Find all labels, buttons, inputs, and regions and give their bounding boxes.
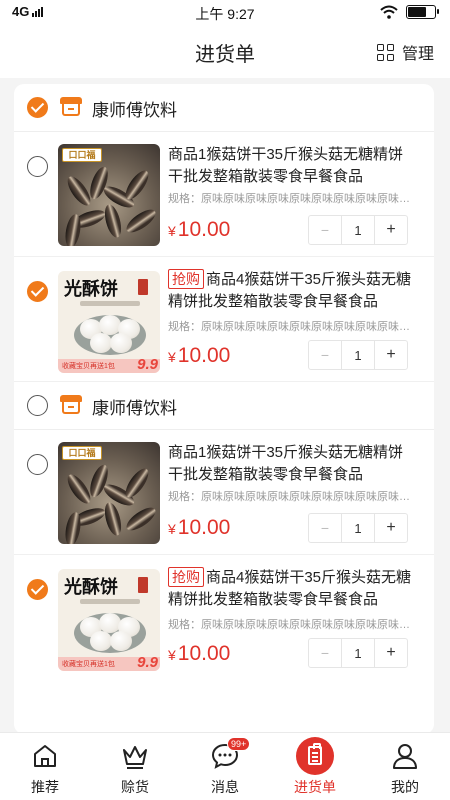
image-title: 光酥饼 <box>64 279 118 300</box>
quantity-stepper: − 1 + <box>308 340 408 370</box>
product-spec: 规格：原味原味原味原味原味原味原味原味原味原味原味 <box>168 321 418 333</box>
product-title[interactable]: 抢购 商品4猴菇饼干35斤猴头菇无糖精饼批发整箱散装零食早餐食品 <box>168 269 418 313</box>
tab-profile[interactable]: 我的 <box>360 733 450 800</box>
store-name: 康师傅饮料 <box>92 399 177 418</box>
item-checkbox[interactable] <box>27 454 48 475</box>
item-checkbox[interactable] <box>27 156 48 177</box>
manage-button[interactable]: 管理 <box>376 40 434 64</box>
home-icon <box>34 745 56 767</box>
grid-icon <box>376 43 394 61</box>
cart-list: 康师傅饮料 口口福 商品1猴菇饼干35斤猴头菇无糖精饼干批发整箱散装零食早餐食品… <box>14 84 434 734</box>
product-spec: 规格：原味原味原味原味原味原味原味原味原味原味原味 <box>168 619 418 631</box>
image-price-text: 9.9 <box>137 356 158 373</box>
product-image[interactable]: 光酥饼 收藏宝贝再送1包 9.9 <box>58 271 160 373</box>
product-image[interactable]: 光酥饼 收藏宝贝再送1包 9.9 <box>58 569 160 671</box>
status-icons <box>380 5 439 19</box>
cart-item: 口口福 商品1猴菇饼干35斤猴头菇无糖精饼干批发整箱散装零食早餐食品 规格：原味… <box>14 132 434 257</box>
tab-messages[interactable]: 99+ 消息 <box>180 733 270 800</box>
brand-badge: 口口福 <box>62 446 102 460</box>
nav-bar: 进货单 管理 <box>0 24 450 78</box>
cart-item: 光酥饼 收藏宝贝再送1包 9.9 抢购 商品4猴菇饼干35斤猴头菇无糖精饼批发整箱… <box>14 555 434 680</box>
quantity-stepper: − 1 + <box>308 638 408 668</box>
tab-recommend[interactable]: 推荐 <box>0 733 90 800</box>
increase-button[interactable]: + <box>374 639 407 667</box>
store-name: 康师傅饮料 <box>92 101 177 120</box>
product-price: ¥10.00 <box>168 642 230 666</box>
decrease-button[interactable]: − <box>309 514 342 542</box>
cart-item: 光酥饼 收藏宝贝再送1包 9.9 抢购 商品4猴菇饼干35斤猴头菇无糖精饼批发整箱… <box>14 257 434 382</box>
store-checkbox[interactable] <box>27 97 48 118</box>
wifi-icon <box>380 5 398 19</box>
crown-icon <box>123 746 147 769</box>
image-strip-text: 收藏宝贝再送1包 <box>62 363 115 370</box>
tab-credit[interactable]: 赊货 <box>90 733 180 800</box>
quantity-stepper: − 1 + <box>308 513 408 543</box>
quantity-value[interactable]: 1 <box>342 639 374 667</box>
status-bar: 4G 上午 9:27 <box>0 0 450 24</box>
decrease-button[interactable]: − <box>309 639 342 667</box>
price-value: 10.00 <box>177 516 231 539</box>
item-checkbox[interactable] <box>27 281 48 302</box>
product-title[interactable]: 商品1猴菇饼干35斤猴头菇无糖精饼干批发整箱散装零食早餐食品 <box>168 144 418 188</box>
user-icon <box>393 744 417 769</box>
product-title-text: 商品1猴菇饼干35斤猴头菇无糖精饼干批发整箱散装零食早餐食品 <box>168 146 404 185</box>
price-value: 10.00 <box>177 218 231 241</box>
brand-badge: 口口福 <box>62 148 102 162</box>
tab-label: 消息 <box>211 779 239 795</box>
decrease-button[interactable]: − <box>309 216 342 244</box>
cart-item: 口口福 商品1猴菇饼干35斤猴头菇无糖精饼干批发整箱散装零食早餐食品 规格：原味… <box>14 430 434 555</box>
currency-symbol: ¥ <box>168 647 176 663</box>
quantity-value[interactable]: 1 <box>342 514 374 542</box>
store-icon <box>60 97 82 116</box>
product-spec: 规格：原味原味原味原味原味原味原味原味原味原味原味 <box>168 491 418 503</box>
flash-sale-tag: 抢购 <box>168 269 204 289</box>
increase-button[interactable]: + <box>374 514 407 542</box>
tab-label: 进货单 <box>294 779 336 795</box>
message-icon-wrap: 99+ <box>210 737 251 771</box>
flash-sale-tag: 抢购 <box>168 567 204 587</box>
currency-symbol: ¥ <box>168 349 176 365</box>
image-price-text: 9.9 <box>137 654 158 671</box>
product-title[interactable]: 商品1猴菇饼干35斤猴头菇无糖精饼干批发整箱散装零食早餐食品 <box>168 442 418 486</box>
product-image[interactable]: 口口福 <box>58 144 160 246</box>
increase-button[interactable]: + <box>374 341 407 369</box>
currency-symbol: ¥ <box>168 521 176 537</box>
bottom-tab-bar: 推荐 赊货 99+ 消息 进货单 我的 <box>0 732 450 800</box>
tab-order-list[interactable]: 进货单 <box>270 733 360 800</box>
product-title[interactable]: 抢购 商品4猴菇饼干35斤猴头菇无糖精饼批发整箱散装零食早餐食品 <box>168 567 418 611</box>
product-title-text: 商品4猴菇饼干35斤猴头菇无糖精饼批发整箱散装零食早餐食品 <box>168 271 412 310</box>
product-image[interactable]: 口口福 <box>58 442 160 544</box>
product-price: ¥10.00 <box>168 344 230 368</box>
price-value: 10.00 <box>177 344 231 367</box>
image-title: 光酥饼 <box>64 577 118 598</box>
product-title-text: 商品4猴菇饼干35斤猴头菇无糖精饼批发整箱散装零食早餐食品 <box>168 569 412 608</box>
tab-label: 我的 <box>391 779 419 795</box>
store-header: 康师傅饮料 <box>14 84 434 132</box>
store-checkbox[interactable] <box>27 395 48 416</box>
price-value: 10.00 <box>177 642 231 665</box>
increase-button[interactable]: + <box>374 216 407 244</box>
currency-symbol: ¥ <box>168 223 176 239</box>
unread-badge: 99+ <box>227 737 251 751</box>
quantity-value[interactable]: 1 <box>342 216 374 244</box>
store-header: 康师傅饮料 <box>14 382 434 430</box>
product-title-text: 商品1猴菇饼干35斤猴头菇无糖精饼干批发整箱散装零食早餐食品 <box>168 444 404 483</box>
product-spec: 规格：原味原味原味原味原味原味原味原味原味原味原味 <box>168 193 418 205</box>
store-icon <box>60 395 82 414</box>
quantity-stepper: − 1 + <box>308 215 408 245</box>
order-list-icon <box>296 737 334 775</box>
item-checkbox[interactable] <box>27 579 48 600</box>
tab-label: 推荐 <box>31 779 59 795</box>
quantity-value[interactable]: 1 <box>342 341 374 369</box>
manage-label: 管理 <box>401 46 434 63</box>
decrease-button[interactable]: − <box>309 341 342 369</box>
battery-icon <box>406 5 439 19</box>
product-price: ¥10.00 <box>168 218 230 242</box>
image-strip-text: 收藏宝贝再送1包 <box>62 661 115 668</box>
tab-label: 赊货 <box>121 779 149 795</box>
product-price: ¥10.00 <box>168 516 230 540</box>
